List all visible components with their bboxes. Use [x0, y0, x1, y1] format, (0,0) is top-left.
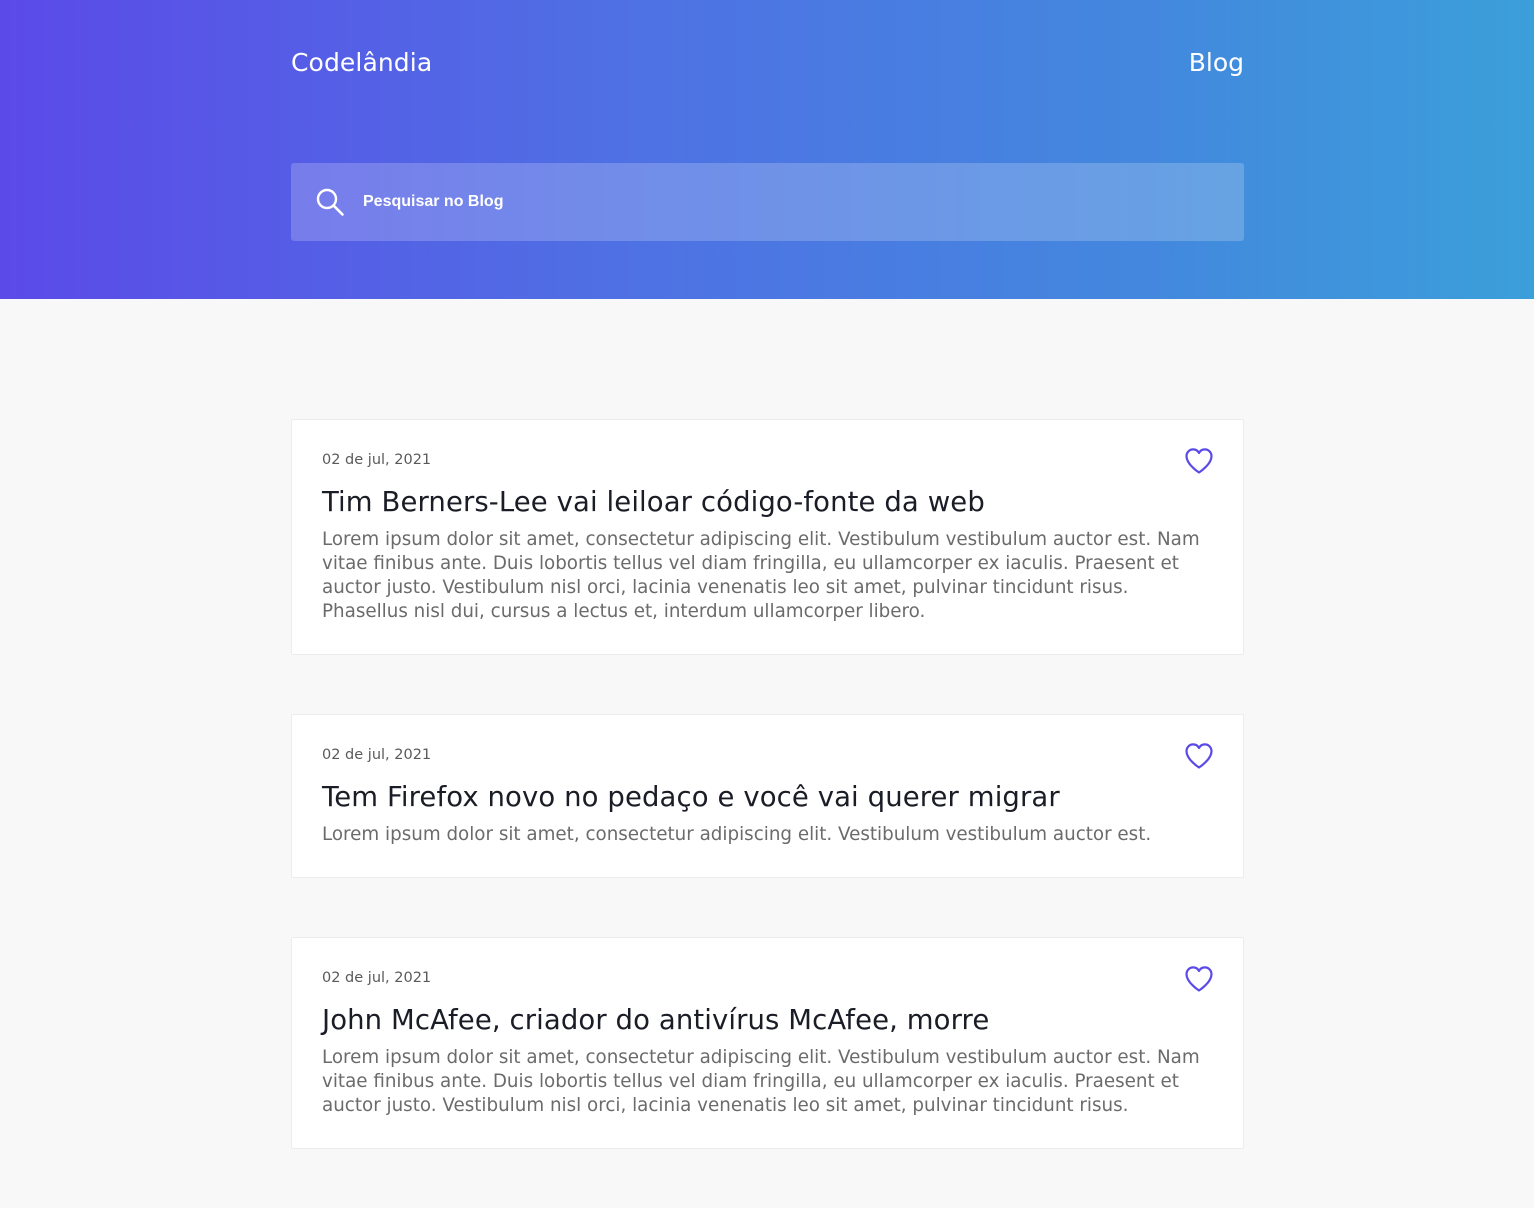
search-input[interactable] — [363, 163, 1223, 241]
heart-icon[interactable] — [1184, 742, 1214, 770]
post-excerpt: Lorem ipsum dolor sit amet, consectetur … — [322, 1047, 1200, 1116]
heart-icon[interactable] — [1184, 965, 1214, 993]
post-card[interactable]: 02 de jul, 2021 Tem Firefox novo no peda… — [291, 714, 1244, 878]
post-list: 02 de jul, 2021 Tim Berners-Lee vai leil… — [291, 419, 1244, 1208]
search-icon[interactable] — [315, 187, 345, 217]
post-excerpt: Lorem ipsum dolor sit amet, consectetur … — [322, 529, 1200, 622]
header-container: Codelândia Blog — [291, 0, 1244, 299]
post-title[interactable]: Tim Berners-Lee vai leiloar código-fonte… — [322, 484, 1213, 520]
heart-icon[interactable] — [1184, 447, 1214, 475]
post-date: 02 de jul, 2021 — [322, 747, 432, 763]
post-title[interactable]: John McAfee, criador do antivírus McAfee… — [322, 1002, 1213, 1038]
site-header: Codelândia Blog — [0, 0, 1534, 299]
search-bar[interactable] — [291, 163, 1244, 241]
post-date: 02 de jul, 2021 — [322, 970, 432, 986]
nav-link-blog[interactable]: Blog — [1189, 48, 1244, 77]
post-card[interactable]: 02 de jul, 2021 Tim Berners-Lee vai leil… — [291, 419, 1244, 655]
post-card[interactable]: 02 de jul, 2021 John McAfee, criador do … — [291, 937, 1244, 1149]
post-title[interactable]: Tem Firefox novo no pedaço e você vai qu… — [322, 779, 1213, 815]
post-date: 02 de jul, 2021 — [322, 452, 432, 468]
post-excerpt: Lorem ipsum dolor sit amet, consectetur … — [322, 824, 1152, 845]
brand-logo[interactable]: Codelândia — [291, 48, 432, 77]
